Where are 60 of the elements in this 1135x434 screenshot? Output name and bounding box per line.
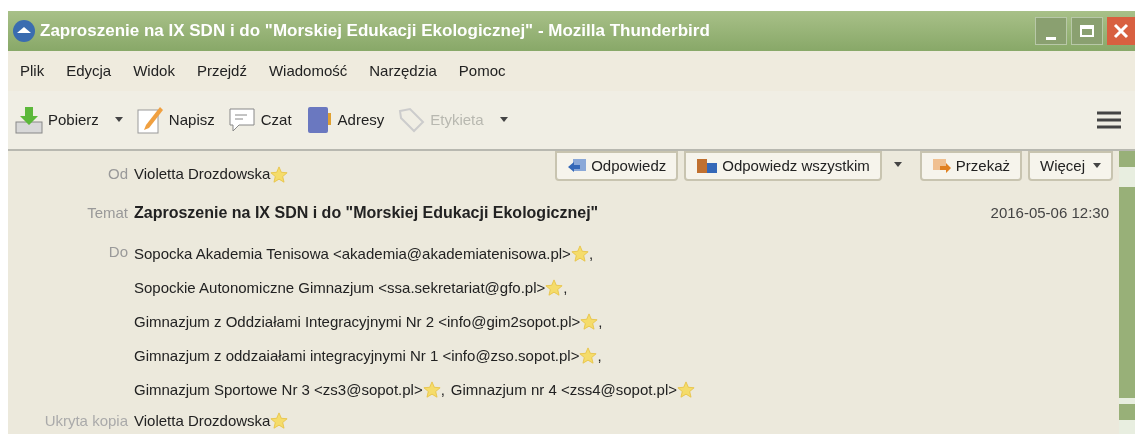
menu-item[interactable]: Pomoc (458, 59, 506, 83)
menu-item[interactable]: Widok (133, 59, 175, 83)
field-label: Ukryta kopia (43, 410, 129, 431)
star-icon[interactable] (579, 347, 598, 365)
inbox-download-icon (14, 105, 44, 135)
toolbar-button[interactable]: Pobierz (14, 105, 123, 135)
scrollbar[interactable] (1119, 151, 1135, 434)
header-action-button[interactable]: Przekaż (919, 151, 1022, 181)
field-label: Do (107, 242, 129, 262)
star-icon[interactable] (677, 381, 696, 399)
sender-name[interactable]: Violetta Drozdowska (134, 163, 271, 186)
recipient[interactable]: Gimnazjum Sportowe Nr 3 <zs3@sopot.pl> (134, 378, 423, 402)
close-icon (1113, 23, 1129, 39)
menu-item[interactable]: Narzędzia (369, 59, 437, 83)
caret-icon (1093, 163, 1101, 169)
tag-icon (396, 105, 427, 135)
menu-item[interactable]: Plik (20, 59, 45, 83)
field-label: Temat (86, 202, 129, 223)
close-button[interactable] (1107, 17, 1135, 45)
star-icon[interactable] (422, 381, 441, 399)
field-label: Od (107, 164, 129, 184)
star-icon[interactable] (545, 279, 564, 297)
toolbar-button[interactable]: Adresy (303, 105, 385, 135)
menu-item[interactable]: Przejdź (196, 59, 247, 83)
window-title: Zaproszenie na IX SDN i do "Morskiej Edukacji Ekologicznej" - Mozilla Thunderbird (40, 20, 711, 43)
recipient[interactable]: Sopocka Akademia Tenisowa <akademia@akademiatenisowa.pl> (134, 242, 571, 266)
star-icon[interactable] (580, 313, 599, 331)
bcc-name[interactable]: Violetta Drozdowska (134, 409, 271, 433)
toolbar-button[interactable]: Czat (226, 105, 292, 135)
menu-item[interactable]: Edycja (66, 59, 112, 83)
caret-icon (114, 117, 123, 123)
pencil-note-icon (134, 105, 165, 135)
separator: , (440, 379, 445, 400)
separator: , (598, 311, 603, 332)
star-icon[interactable] (570, 245, 589, 263)
subject-text: Zaproszenie na IX SDN i do "Morskiej Edukacji Ekologicznej" (134, 203, 600, 223)
app-logo-icon (12, 19, 36, 43)
toolbar-button[interactable]: Napisz (134, 105, 215, 135)
separator: , (588, 243, 594, 264)
star-icon[interactable] (270, 412, 289, 430)
recipient[interactable]: Gimnazjum z Oddziałami Integracyjnymi Nr 2 <info@gim2sopot.pl> (134, 310, 581, 334)
forward-arrow-icon (931, 157, 952, 175)
minimize-button[interactable] (1035, 17, 1067, 45)
menu-icon[interactable] (1097, 110, 1121, 130)
separator: , (597, 345, 602, 366)
caret-icon (499, 117, 508, 123)
recipient[interactable]: Gimnazjum z oddzaiałami integracyjnymi Nr 1 <info@zso.sopot.pl> (134, 344, 580, 368)
maximize-button[interactable] (1071, 17, 1103, 45)
separator: , (563, 277, 568, 298)
menu-item[interactable]: Wiadomość (268, 59, 348, 83)
message-date: 2016-05-06 12:30 (990, 202, 1110, 223)
recipient[interactable]: Sopockie Autonomiczne Gimnazjum <ssa.sekretariat@gfo.pl> (134, 276, 546, 300)
star-icon[interactable] (270, 166, 289, 185)
caret-icon (893, 162, 902, 168)
header-action-button[interactable]: Więcej (1028, 151, 1113, 181)
people-icon (696, 157, 719, 175)
header-action-button[interactable]: Odpowiedz wszystkim (684, 151, 882, 181)
header-action-button[interactable]: Odpowiedz (555, 151, 679, 181)
recipient[interactable]: Gimnazjum nr 4 <zss4@sopot.pl> (450, 378, 678, 402)
reply-arrow-icon (567, 157, 588, 175)
